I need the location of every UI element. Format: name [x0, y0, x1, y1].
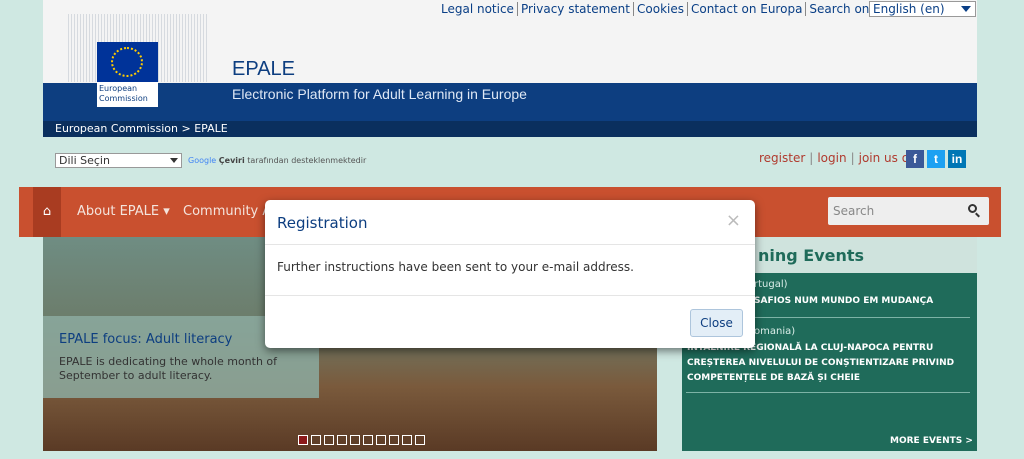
- dialog-footer: Close: [265, 295, 755, 348]
- close-button[interactable]: Close: [690, 309, 743, 337]
- registration-dialog: Registration × Further instructions have…: [265, 200, 755, 348]
- dialog-title: Registration: [277, 214, 368, 232]
- dialog-message: Further instructions have been sent to y…: [277, 260, 634, 274]
- dialog-header: Registration ×: [265, 200, 755, 245]
- close-icon[interactable]: ×: [726, 210, 741, 231]
